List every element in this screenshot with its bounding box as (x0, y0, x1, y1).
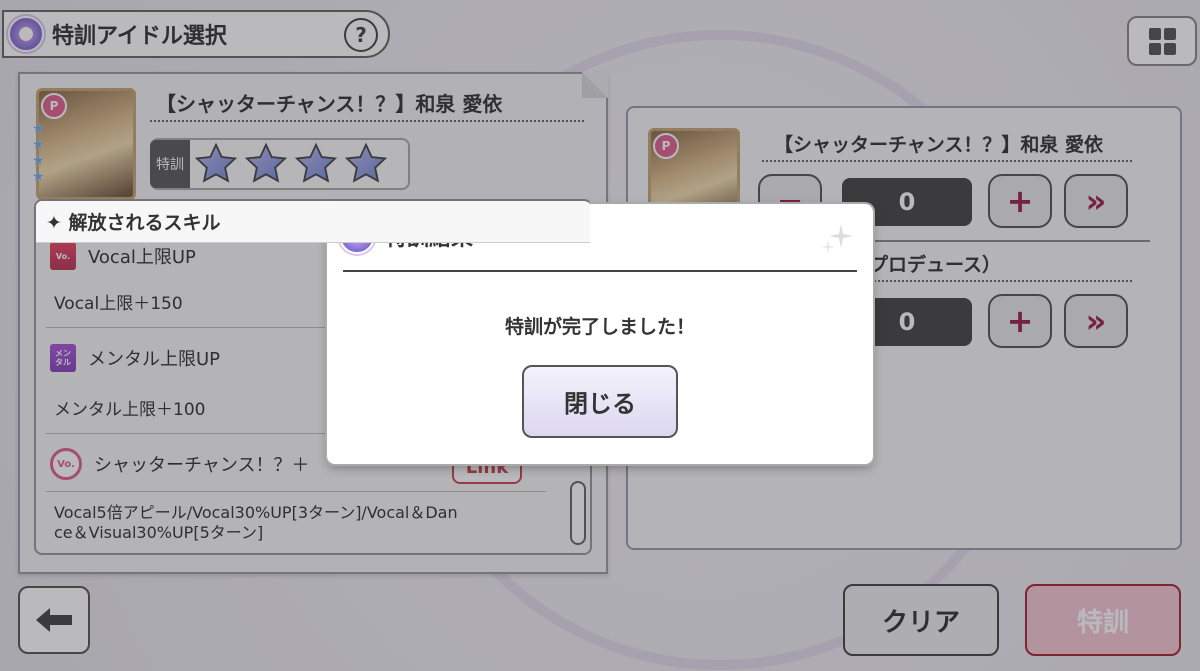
close-button[interactable]: 閉じる (522, 365, 678, 438)
result-dialog: ♪ 特訓結果 特訓が完了しました！ 閉じる (327, 204, 873, 464)
skill-list-heading: ✦ 解放されるスキル (36, 201, 590, 243)
dialog-message: 特訓が完了しました！ (504, 316, 695, 338)
dialog-divider (343, 270, 857, 272)
sparkle-icon (821, 224, 853, 254)
